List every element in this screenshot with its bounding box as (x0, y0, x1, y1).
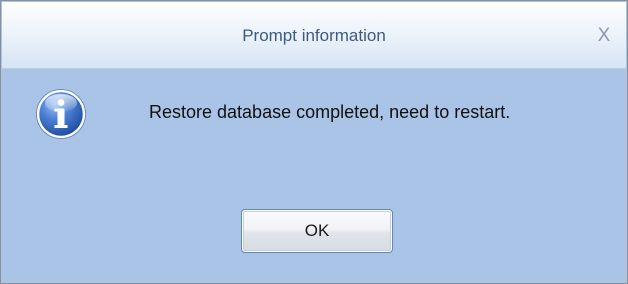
close-button[interactable]: X (588, 20, 620, 52)
prompt-dialog: Prompt information X Restore database co… (0, 0, 628, 284)
dialog-title: Prompt information (242, 26, 386, 45)
dialog-titlebar: Prompt information X (2, 2, 626, 69)
ok-button[interactable]: OK (241, 209, 393, 253)
message-text: Restore database completed, need to rest… (149, 102, 511, 122)
info-icon (35, 88, 87, 140)
